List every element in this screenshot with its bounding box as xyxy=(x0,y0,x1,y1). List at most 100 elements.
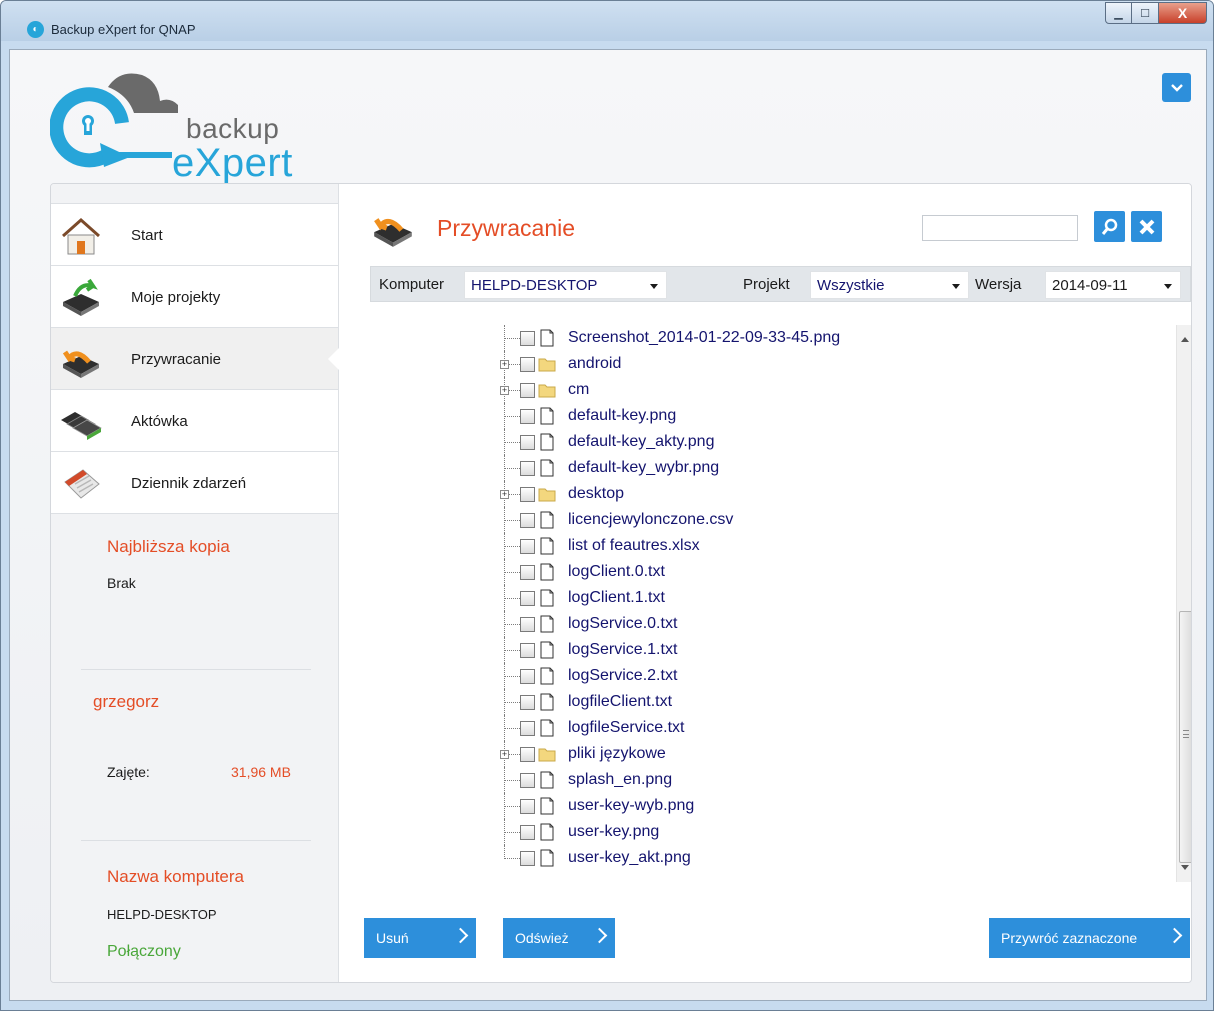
sidebar-item-start[interactable]: Start xyxy=(51,204,338,266)
expand-icon[interactable]: + xyxy=(500,360,509,369)
tree-file-row[interactable]: Screenshot_2014-01-22-09-33-45.png xyxy=(490,325,1190,351)
expand-icon[interactable]: + xyxy=(500,490,509,499)
item-checkbox[interactable] xyxy=(520,409,535,424)
tree-folder-row[interactable]: + desktop xyxy=(490,481,1190,507)
item-name: desktop xyxy=(568,485,625,502)
minimize-button[interactable]: ▁ xyxy=(1105,2,1132,24)
connection-status: Połączony xyxy=(107,943,181,960)
item-name: cm xyxy=(568,381,590,398)
refresh-button[interactable]: Odśwież xyxy=(503,918,615,958)
scroll-down-icon[interactable] xyxy=(1181,865,1189,870)
item-name: logfileService.txt xyxy=(568,719,685,736)
item-checkbox[interactable] xyxy=(520,487,535,502)
tree-scrollbar[interactable] xyxy=(1176,325,1191,882)
menu-dropdown-button[interactable] xyxy=(1162,73,1191,102)
file-icon xyxy=(540,329,554,347)
tree-file-row[interactable]: logfileClient.txt xyxy=(490,689,1190,715)
tree-file-row[interactable]: default-key.png xyxy=(490,403,1190,429)
content-area: Przywracanie Komputer HELPD-DESKTOP Proj… xyxy=(340,184,1191,982)
computer-name-title: Nazwa komputera xyxy=(107,867,245,886)
tree-folder-row[interactable]: + cm xyxy=(490,377,1190,403)
sidebar-item-briefcase[interactable]: Aktówka xyxy=(51,390,338,452)
close-button[interactable]: X xyxy=(1159,2,1207,24)
expand-icon[interactable]: + xyxy=(500,386,509,395)
tree-file-row[interactable]: default-key_wybr.png xyxy=(490,455,1190,481)
title-bar[interactable]: ◐ Backup eXpert for QNAP ▁ ☐ X xyxy=(1,1,1213,41)
tree-file-row[interactable]: logService.1.txt xyxy=(490,637,1190,663)
item-checkbox[interactable] xyxy=(520,669,535,684)
file-icon xyxy=(540,849,554,867)
item-name: logService.2.txt xyxy=(568,667,678,684)
item-name: default-key.png xyxy=(568,407,677,424)
maximize-button[interactable]: ☐ xyxy=(1132,2,1159,24)
used-space-value: 31,96 MB xyxy=(231,764,291,780)
file-tree: Screenshot_2014-01-22-09-33-45.png + andro… xyxy=(490,325,1190,883)
item-name: splash_en.png xyxy=(568,771,673,788)
item-checkbox[interactable] xyxy=(520,383,535,398)
item-checkbox[interactable] xyxy=(520,747,535,762)
item-checkbox[interactable] xyxy=(520,357,535,372)
item-checkbox[interactable] xyxy=(520,617,535,632)
chevron-down-icon xyxy=(1164,284,1172,289)
clear-search-button[interactable] xyxy=(1131,211,1162,242)
minimize-icon: ▁ xyxy=(1114,7,1123,20)
sidebar-item-projects[interactable]: Moje projekty xyxy=(51,266,338,328)
search-button[interactable] xyxy=(1094,211,1125,242)
briefcase-icon xyxy=(61,412,102,440)
tree-file-row[interactable]: user-key-wyb.png xyxy=(490,793,1190,819)
sidebar-item-event-log[interactable]: Dziennik zdarzeń xyxy=(51,452,338,514)
file-icon xyxy=(540,641,554,659)
tree-file-row[interactable]: logService.0.txt xyxy=(490,611,1190,637)
item-checkbox[interactable] xyxy=(520,773,535,788)
file-icon xyxy=(540,719,554,737)
scroll-up-icon[interactable] xyxy=(1181,337,1189,342)
tree-file-row[interactable]: licencjewylonczone.csv xyxy=(490,507,1190,533)
item-checkbox[interactable] xyxy=(520,591,535,606)
tree-folder-row[interactable]: + pliki językowe xyxy=(490,741,1190,767)
version-filter-label: Wersja xyxy=(975,276,1022,293)
item-name: Screenshot_2014-01-22-09-33-45.png xyxy=(568,329,841,346)
file-icon xyxy=(540,667,554,685)
tree-file-row[interactable]: list of feautres.xlsx xyxy=(490,533,1190,559)
file-icon xyxy=(540,615,554,633)
item-checkbox[interactable] xyxy=(520,851,535,866)
item-checkbox[interactable] xyxy=(520,799,535,814)
sidebar-item-label: Aktówka xyxy=(131,413,188,430)
file-icon xyxy=(540,433,554,451)
item-checkbox[interactable] xyxy=(520,643,535,658)
tree-file-row[interactable]: logClient.1.txt xyxy=(490,585,1190,611)
tree-file-row[interactable]: user-key.png xyxy=(490,819,1190,845)
folder-icon xyxy=(538,748,556,762)
tree-file-row[interactable]: default-key_akty.png xyxy=(490,429,1190,455)
computer-select[interactable]: HELPD-DESKTOP xyxy=(464,271,667,299)
tree-file-row[interactable]: logfileService.txt xyxy=(490,715,1190,741)
tree-file-row[interactable]: user-key_akt.png xyxy=(490,845,1190,871)
sidebar-item-label: Moje projekty xyxy=(131,289,221,306)
item-checkbox[interactable] xyxy=(520,825,535,840)
tree-line xyxy=(504,598,520,599)
tree-file-row[interactable]: logService.2.txt xyxy=(490,663,1190,689)
tree-line xyxy=(504,468,520,469)
item-checkbox[interactable] xyxy=(520,539,535,554)
delete-button[interactable]: Usuń xyxy=(364,918,476,958)
search-input[interactable] xyxy=(922,215,1078,241)
item-checkbox[interactable] xyxy=(520,461,535,476)
tree-folder-row[interactable]: + android xyxy=(490,351,1190,377)
version-select[interactable]: 2014-09-11 xyxy=(1045,271,1181,299)
item-checkbox[interactable] xyxy=(520,435,535,450)
item-checkbox[interactable] xyxy=(520,513,535,528)
app-logo: backup eXpert xyxy=(49,65,320,185)
restore-selected-button[interactable]: Przywróć zaznaczone xyxy=(989,918,1190,958)
item-checkbox[interactable] xyxy=(520,721,535,736)
scrollbar-thumb[interactable] xyxy=(1179,611,1191,863)
item-checkbox[interactable] xyxy=(520,565,535,580)
maximize-icon: ☐ xyxy=(1140,7,1150,20)
item-checkbox[interactable] xyxy=(520,331,535,346)
item-checkbox[interactable] xyxy=(520,695,535,710)
sidebar-item-restore[interactable]: Przywracanie xyxy=(51,328,340,390)
file-icon xyxy=(540,511,554,529)
expand-icon[interactable]: + xyxy=(500,750,509,759)
project-select[interactable]: Wszystkie xyxy=(810,271,969,299)
tree-file-row[interactable]: splash_en.png xyxy=(490,767,1190,793)
tree-file-row[interactable]: logClient.0.txt xyxy=(490,559,1190,585)
